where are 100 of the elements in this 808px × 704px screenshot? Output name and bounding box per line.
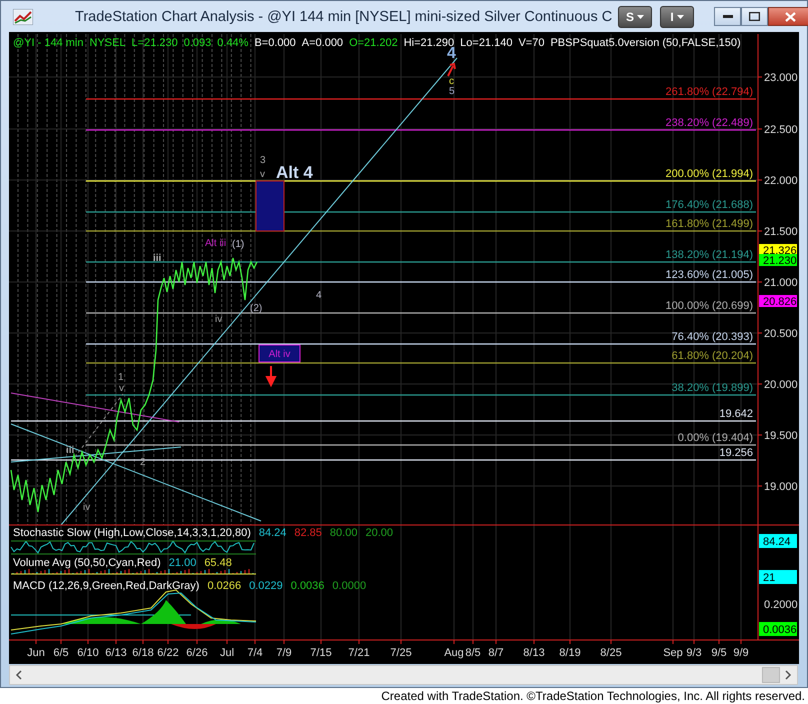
fibonacci-level-label: 76.40% (20.393): [672, 331, 753, 343]
minimize-button[interactable]: [714, 7, 742, 26]
study-value: 0.0036: [290, 580, 324, 592]
scroll-left-icon[interactable]: [15, 670, 23, 680]
price-marker: 21.230: [759, 254, 797, 267]
time-axis-label: 9/5: [711, 647, 727, 659]
wave-label-box: Alt iv: [258, 344, 300, 362]
horizontal-scrollbar[interactable]: [9, 665, 798, 685]
study-name: Volume Avg (50,50,Cyan,Red): [13, 557, 161, 569]
study-name: Stochastic Slow (High,Low,Close,14,3,3,1,20,80): [13, 527, 251, 539]
caret-icon: [637, 15, 644, 20]
wave-label: c: [449, 76, 454, 87]
minimize-icon: [722, 14, 733, 18]
study-value: 21.00: [168, 557, 196, 569]
time-axis-label: 8/13: [523, 647, 545, 659]
wave-label: iv: [215, 314, 222, 325]
price-axis-label: 20.500: [764, 328, 798, 340]
time-axis-label: 6/13: [105, 647, 127, 659]
fibonacci-level-label: 100.00% (20.699): [666, 300, 753, 312]
menu-button[interactable]: I: [660, 6, 694, 28]
target-zone-box: [256, 180, 284, 232]
time-axis-label: 8/19: [559, 647, 581, 659]
scrollbar-thumb[interactable]: [762, 667, 780, 683]
time-axis-label: 7/4: [247, 647, 263, 659]
wave-label: iii: [66, 445, 74, 456]
wave-label: iv: [83, 502, 90, 513]
close-icon: [784, 12, 796, 22]
fibonacci-level-label: 261.80% (22.794): [666, 86, 753, 98]
quote-info-text: A=0.000: [302, 37, 344, 49]
time-axis-label: 6/26: [186, 647, 208, 659]
study-axis-marker: 21: [759, 570, 797, 584]
time-axis-label: 6/5: [53, 647, 69, 659]
price-axis-label: 21.500: [764, 226, 798, 238]
time-axis-label: Jul: [220, 647, 234, 659]
quote-info-text: NYSEL: [89, 37, 126, 49]
study-value: 0.0266: [207, 580, 242, 592]
time-axis-label: 8/25: [600, 647, 622, 659]
study-value: 82.85: [294, 527, 322, 539]
fibonacci-level-label: 38.20% (19.899): [672, 382, 753, 394]
time-axis-label: 9/3: [686, 647, 702, 659]
chart-app-icon: [13, 8, 33, 24]
wave-label: 3: [260, 155, 266, 166]
fibonacci-level-label: 0.00% (19.404): [678, 432, 753, 444]
wave-label: (2): [250, 303, 262, 314]
wave-label: 4: [447, 45, 456, 62]
time-axis-label: 7/9: [276, 647, 292, 659]
study-axis-marker: 0.0036: [759, 622, 797, 636]
wave-label: 5: [449, 86, 455, 97]
quote-info-text: Lo=21.140: [460, 37, 512, 49]
menu-button[interactable]: S: [618, 6, 652, 28]
fibonacci-level-label: 200.00% (21.994): [666, 168, 753, 180]
maximize-button[interactable]: [741, 7, 768, 26]
time-axis-label: 8/5: [465, 647, 481, 659]
price-axis-label: 19.500: [764, 430, 798, 442]
quote-info-text: L=21.230: [132, 37, 178, 49]
price-axis-label: 20.000: [764, 379, 798, 391]
down-arrow-icon: [266, 365, 276, 388]
study-value: 84.24: [258, 527, 286, 539]
time-axis-label: Sep: [663, 647, 683, 659]
time-axis-label: 6/22: [157, 647, 179, 659]
time-axis-label: Aug: [444, 647, 464, 659]
maximize-icon: [749, 12, 760, 21]
wave-label: Alt 4: [276, 163, 313, 182]
time-axis-label: Jun: [27, 647, 45, 659]
study-value: 20.00: [365, 527, 393, 539]
time-axis-label: 7/25: [390, 647, 412, 659]
study-value: 0.0000: [332, 580, 366, 592]
price-axis-label: 23.000: [764, 72, 798, 84]
fibonacci-level-label: 19.642: [719, 408, 753, 420]
study-value: 80.00: [330, 527, 358, 539]
fibonacci-level-label: 161.80% (21.499): [666, 218, 753, 230]
wave-label: iii: [153, 253, 162, 264]
time-axis-label: 8/7: [488, 647, 504, 659]
study-name: MACD (12,26,9,Green,Red,DarkGray): [13, 580, 200, 592]
price-marker: 20.826: [759, 295, 797, 308]
fibonacci-level-label: 19.256: [719, 447, 753, 459]
quote-info-text: 0.093: [184, 37, 212, 49]
fibonacci-level-label: 61.80% (20.204): [672, 350, 753, 362]
study-value: 65.48: [204, 557, 232, 569]
price-axis-label: 22.000: [764, 175, 798, 187]
quote-info-text: V=70: [518, 37, 544, 49]
close-button[interactable]: [768, 7, 808, 26]
macd-negative-histogram: [171, 624, 216, 629]
study-axis-label: 0.2000: [764, 599, 798, 611]
time-axis-label: 9/9: [733, 647, 749, 659]
quote-info-text: 0.44%: [217, 37, 248, 49]
quote-info-text: B=0.000: [254, 37, 296, 49]
window-title: TradeStation Chart Analysis - @YI 144 min [NYSEL] mini-sized Silver Continuous C: [74, 8, 612, 24]
fibonacci-level-label: 238.20% (22.489): [666, 117, 753, 129]
quote-info-text: PBSPSquat5.0version (50,FALSE,150): [550, 37, 741, 49]
wave-label: Alt iii: [205, 238, 226, 249]
wave-label: 2: [140, 457, 146, 468]
up-arrow-icon: [447, 62, 456, 77]
quote-info-text: @YI - 144 min: [13, 37, 84, 49]
study-axis-marker: 84.24: [759, 534, 797, 548]
wave-label: 4: [316, 290, 322, 301]
price-axis-label: 22.500: [764, 124, 798, 136]
fibonacci-level-label: 138.20% (21.194): [666, 249, 753, 261]
fibonacci-level-label: 176.40% (21.688): [666, 199, 753, 211]
scroll-right-icon[interactable]: [784, 670, 792, 680]
